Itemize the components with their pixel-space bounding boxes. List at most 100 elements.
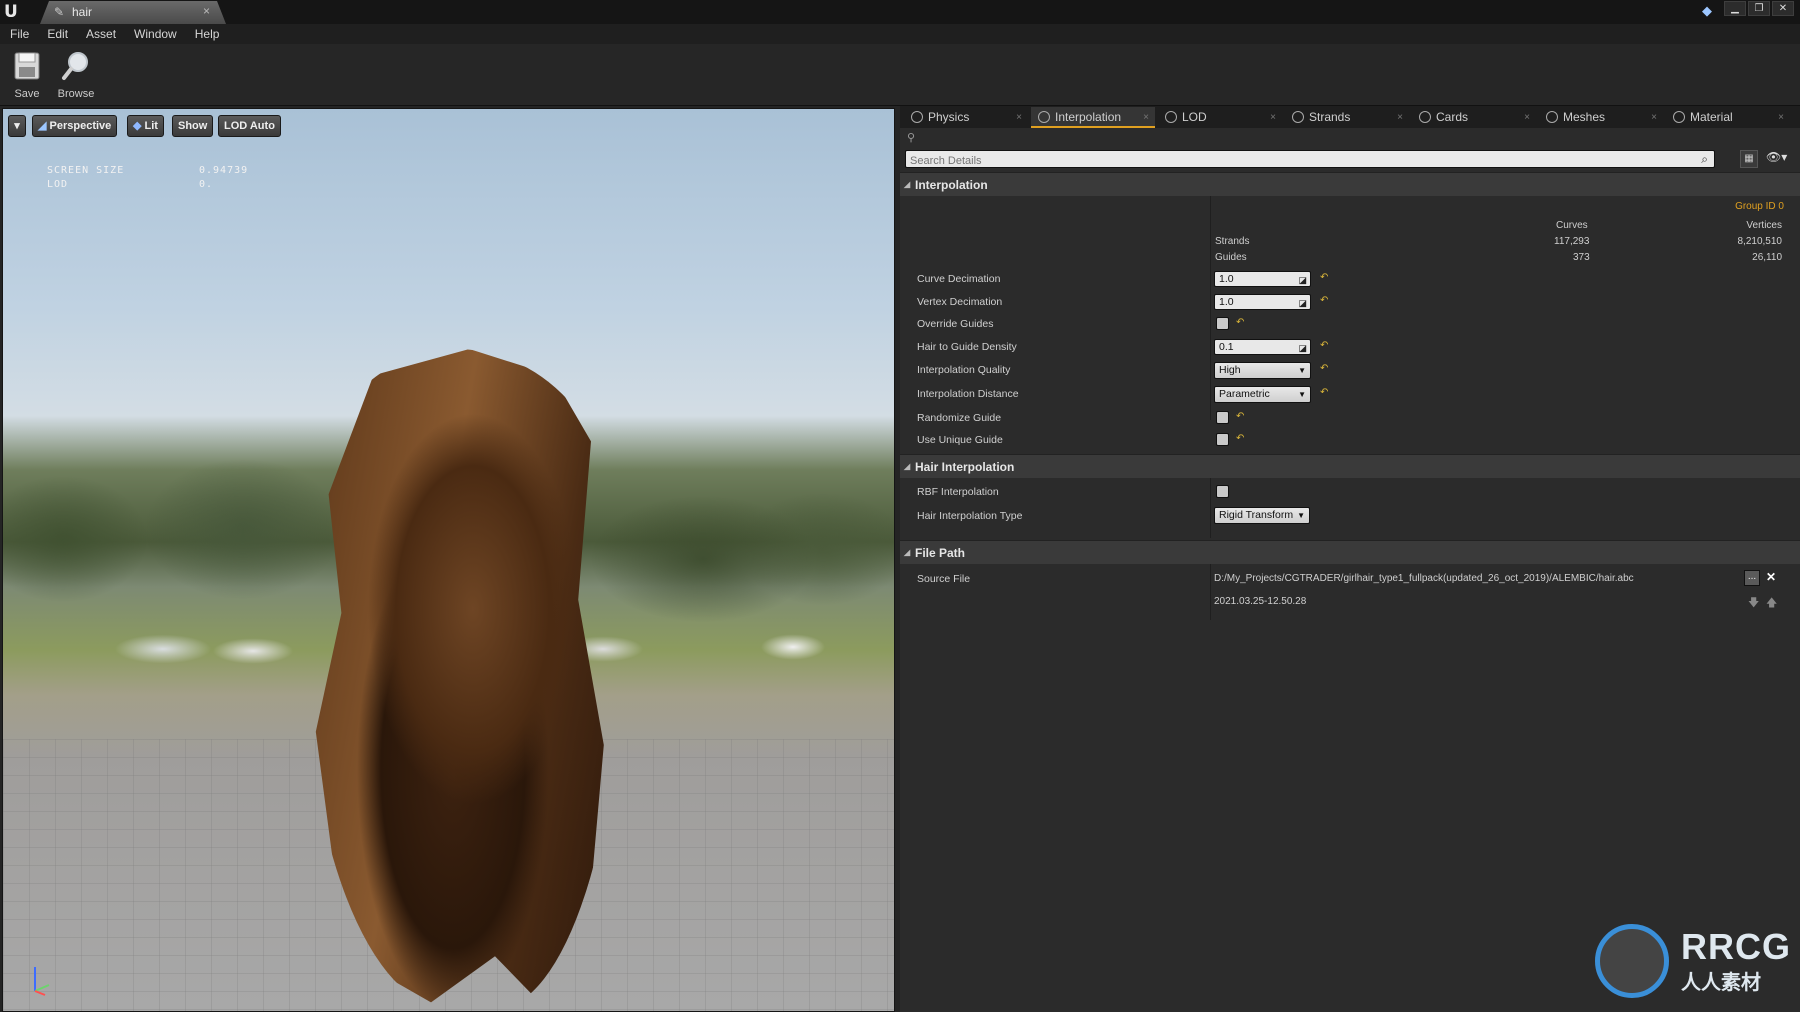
chevron-down-icon: ▼: [1298, 366, 1306, 375]
chevron-down-icon: ▼: [1297, 511, 1305, 520]
perspective-label: Perspective: [49, 120, 112, 132]
interpolation-quality-dropdown[interactable]: High ▼: [1214, 362, 1311, 379]
lock-icon[interactable]: ⚲: [907, 131, 915, 144]
column-divider: [1210, 564, 1211, 620]
reset-icon[interactable]: ↶: [1320, 340, 1328, 351]
visibility-eye-icon[interactable]: 👁▾: [1766, 150, 1796, 168]
show-button[interactable]: Show: [172, 115, 214, 137]
save-label: Save: [14, 88, 40, 100]
perspective-button[interactable]: ◢ Perspective: [32, 115, 118, 137]
collapse-caret-icon: ◢: [904, 462, 911, 471]
randomize-guide-checkbox[interactable]: [1216, 411, 1229, 424]
close-icon[interactable]: ×: [1524, 107, 1530, 128]
strands-label: Strands: [1215, 236, 1250, 247]
tab-lod[interactable]: LOD ×: [1158, 107, 1282, 128]
tab-interpolation[interactable]: Interpolation ×: [1031, 107, 1155, 128]
save-icon: [14, 52, 40, 80]
close-icon[interactable]: ×: [1143, 107, 1149, 128]
section-hair-interpolation[interactable]: ◢ Hair Interpolation: [900, 454, 1800, 478]
column-divider: [1210, 478, 1211, 538]
search-field[interactable]: ⌕: [905, 150, 1715, 169]
dropdown-value: Rigid Transform: [1219, 509, 1294, 521]
view-options-icon[interactable]: ▦: [1740, 150, 1758, 168]
reset-icon[interactable]: ↶: [1236, 317, 1244, 328]
close-icon[interactable]: ×: [1016, 107, 1022, 128]
restore-icon[interactable]: ❐: [1748, 1, 1770, 16]
use-unique-guide-checkbox[interactable]: [1216, 433, 1229, 446]
close-icon[interactable]: ×: [1778, 107, 1784, 128]
strands-curves: 117,293: [1554, 236, 1590, 247]
reset-icon[interactable]: ↶: [1236, 411, 1244, 422]
viewport[interactable]: ▾ ◢ Perspective ◆ Lit Show LOD Auto SCRE…: [2, 108, 895, 1012]
reset-icon[interactable]: ↶: [1320, 363, 1328, 374]
curves-header: Curves: [1556, 220, 1588, 231]
tab-label: Material: [1690, 110, 1733, 124]
details-tabs: Physics × Interpolation × LOD × Strands × Ca…: [900, 106, 1800, 128]
hair-asset-icon: ✎: [54, 5, 65, 19]
hair-model[interactable]: [315, 349, 604, 1009]
details-panel: Physics × Interpolation × LOD × Strands × Ca…: [900, 106, 1800, 1012]
override-guides-checkbox[interactable]: [1216, 317, 1229, 330]
source-file-timestamp: 2021.03.25-12.50.28: [1214, 596, 1307, 607]
viewport-options-button[interactable]: ▾: [8, 115, 26, 137]
menu-asset[interactable]: Asset: [86, 27, 116, 41]
tab-physics[interactable]: Physics ×: [904, 107, 1028, 128]
document-tab[interactable]: ✎ hair ×: [40, 1, 226, 24]
reset-icon[interactable]: ↶: [1320, 387, 1328, 398]
drag-icon: ◪: [1298, 343, 1307, 353]
lit-button[interactable]: ◆ Lit: [127, 115, 164, 137]
arrow-down-icon[interactable]: 🡇: [1748, 594, 1759, 613]
close-window-icon[interactable]: ✕: [1772, 1, 1794, 16]
close-tab-icon[interactable]: ×: [203, 4, 210, 18]
tab-cards[interactable]: Cards ×: [1412, 107, 1536, 128]
tab-icon: [1673, 111, 1685, 123]
curve-decimation-input[interactable]: 1.0 ◪: [1214, 271, 1311, 287]
watermark-subtext: 人人素材: [1681, 972, 1761, 994]
search-icon: ⌕: [1701, 152, 1708, 166]
arrow-up-icon[interactable]: 🡅: [1766, 594, 1777, 613]
clear-icon[interactable]: ✕: [1766, 570, 1776, 584]
tab-strands[interactable]: Strands ×: [1285, 107, 1409, 128]
browse-button[interactable]: Browse: [53, 48, 99, 104]
lod-button[interactable]: LOD Auto: [218, 115, 281, 137]
dropdown-value: Parametric: [1219, 388, 1270, 400]
collapse-caret-icon: ◢: [904, 548, 911, 557]
menu-file[interactable]: File: [10, 27, 29, 41]
axis-gizmo-icon: [34, 967, 50, 996]
hair-to-guide-density-input[interactable]: 0.1 ◪: [1214, 339, 1311, 355]
menu-help[interactable]: Help: [195, 27, 220, 41]
close-icon[interactable]: ×: [1651, 107, 1657, 128]
vertex-decimation-input[interactable]: 1.0 ◪: [1214, 294, 1311, 310]
reset-icon[interactable]: ↶: [1236, 433, 1244, 444]
close-icon[interactable]: ×: [1397, 107, 1403, 128]
search-input[interactable]: [906, 153, 1666, 169]
tab-meshes[interactable]: Meshes ×: [1539, 107, 1663, 128]
section-interpolation[interactable]: ◢ Interpolation: [900, 172, 1800, 196]
tab-icon: [1165, 111, 1177, 123]
browse-file-button[interactable]: ...: [1744, 570, 1760, 586]
minimize-icon[interactable]: ▁: [1724, 1, 1746, 16]
field-value: 0.1: [1219, 341, 1234, 353]
toolbar: Save Browse: [0, 44, 1800, 106]
cube-icon: ◆: [133, 120, 145, 132]
rbf-interpolation-checkbox[interactable]: [1216, 485, 1229, 498]
reset-icon[interactable]: ↶: [1320, 295, 1328, 306]
tab-label: LOD: [1182, 110, 1207, 124]
curve-decimation-label: Curve Decimation: [917, 273, 1001, 285]
reset-icon[interactable]: ↶: [1320, 272, 1328, 283]
chevron-down-icon: ▼: [1298, 390, 1306, 399]
tab-label: Strands: [1309, 110, 1351, 124]
menu-window[interactable]: Window: [134, 27, 177, 41]
close-icon[interactable]: ×: [1270, 107, 1276, 128]
dropdown-value: High: [1219, 364, 1241, 376]
interpolation-distance-dropdown[interactable]: Parametric ▼: [1214, 386, 1311, 403]
hair-interpolation-type-dropdown[interactable]: Rigid Transform ▼: [1214, 507, 1310, 524]
save-button[interactable]: Save: [4, 48, 50, 104]
menu-edit[interactable]: Edit: [47, 27, 68, 41]
rbf-interpolation-label: RBF Interpolation: [917, 486, 999, 498]
section-title: Interpolation: [915, 178, 988, 192]
collapse-caret-icon: ◢: [904, 180, 911, 189]
section-file-path[interactable]: ◢ File Path: [900, 540, 1800, 564]
notification-icon[interactable]: ◆: [1702, 3, 1718, 19]
tab-material[interactable]: Material ×: [1666, 107, 1790, 128]
